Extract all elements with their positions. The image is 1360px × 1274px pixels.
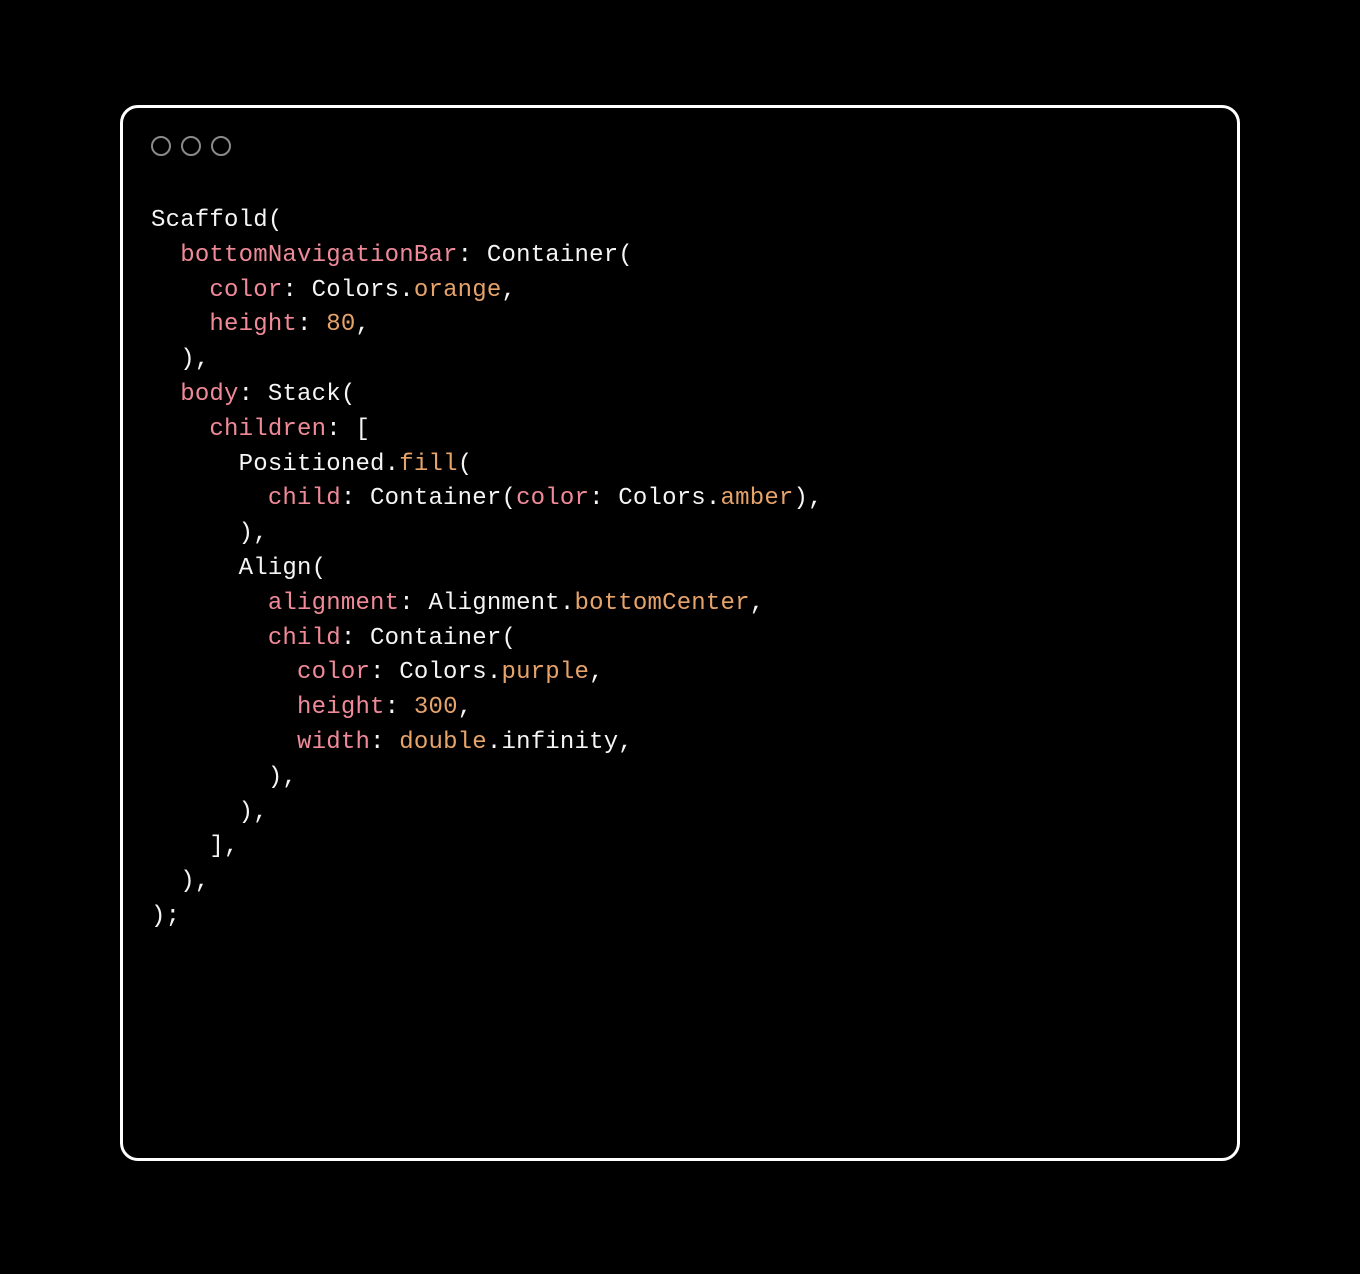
code-token: , [750,590,765,617]
code-token: : Colors. [282,277,413,304]
code-token: : Colors. [370,659,501,686]
code-token: child [268,485,341,512]
code-token: width [297,729,370,756]
code-token: : Colors. [589,485,720,512]
code-token: 80 [326,311,355,338]
code-token: ( [458,451,473,478]
code-token: : Container( [341,625,516,652]
code-token: : [385,694,414,721]
code-token: Align( [239,555,327,582]
code-token: 300 [414,694,458,721]
code-token: ), [239,799,268,826]
code-token: : [297,311,326,338]
code-token: children [209,416,326,443]
code-token: : [370,729,399,756]
code-token: double [399,729,487,756]
traffic-light-minimize-icon[interactable] [181,136,201,156]
code-token: : Stack( [239,381,356,408]
code-token: child [268,625,341,652]
code-token: Positioned. [239,451,400,478]
code-token: , [458,694,473,721]
code-token: body [180,381,238,408]
code-block: Scaffold( bottomNavigationBar: Container… [151,204,1209,935]
code-token: ), [239,520,268,547]
code-token: , [589,659,604,686]
code-token: amber [721,485,794,512]
code-token: height [209,311,297,338]
code-token: : Container( [341,485,516,512]
code-token: Scaffold( [151,207,282,234]
code-token: color [516,485,589,512]
traffic-light-close-icon[interactable] [151,136,171,156]
code-token: , [501,277,516,304]
code-token: color [209,277,282,304]
code-token: ], [209,833,238,860]
window-traffic-lights [151,136,1209,156]
code-token: bottomNavigationBar [180,242,457,269]
code-token: alignment [268,590,399,617]
code-token: ), [268,764,297,791]
traffic-light-zoom-icon[interactable] [211,136,231,156]
code-token: , [355,311,370,338]
code-token: ); [151,903,180,930]
code-token: .infinity, [487,729,633,756]
code-token: fill [399,451,457,478]
code-token: ), [180,868,209,895]
code-token: ), [794,485,823,512]
code-token: : [ [326,416,370,443]
code-token: color [297,659,370,686]
code-window: Scaffold( bottomNavigationBar: Container… [120,105,1240,1161]
code-token: : Container( [458,242,633,269]
code-token: bottomCenter [574,590,749,617]
code-token: orange [414,277,502,304]
code-token: : Alignment. [399,590,574,617]
code-token: ), [180,346,209,373]
code-token: purple [501,659,589,686]
code-token: height [297,694,385,721]
